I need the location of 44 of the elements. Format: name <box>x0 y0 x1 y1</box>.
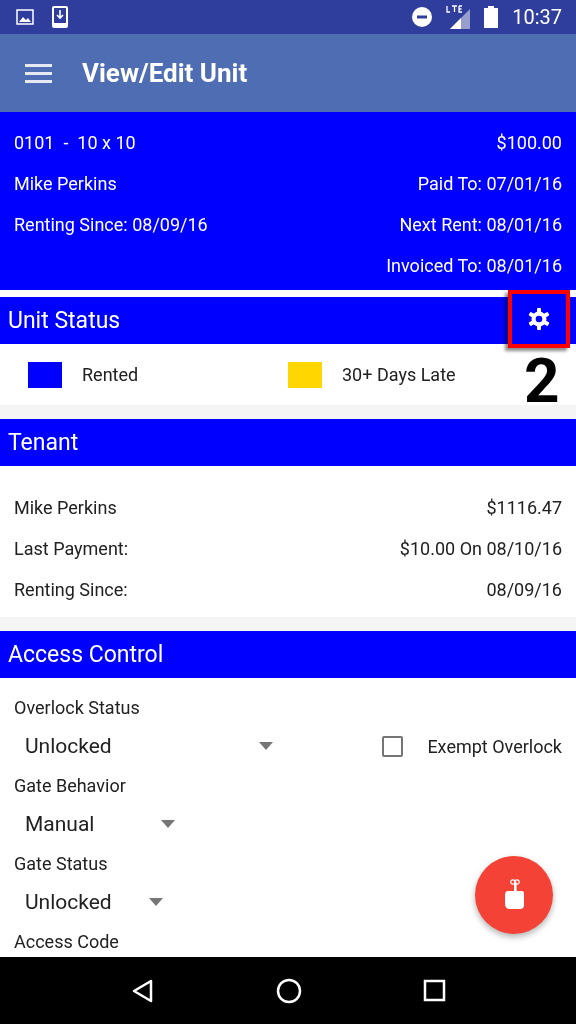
settings-icon <box>527 307 551 331</box>
home-icon[interactable] <box>275 977 302 1004</box>
do-not-disturb-icon <box>412 7 433 27</box>
dropdown[interactable]: Unlocked <box>14 726 279 766</box>
summary-text: Invoiced To: 08/01/16 <box>386 255 562 276</box>
caret-icon <box>259 742 273 750</box>
summary-text: Paid To: 07/01/16 <box>417 173 562 194</box>
dropdown[interactable]: Unlocked <box>14 882 169 922</box>
summary-text: 0101 - 10 x 10 <box>14 132 136 153</box>
status-time: 10:37 <box>512 5 562 29</box>
summary-text: $100.00 <box>496 132 562 153</box>
checkbox[interactable] <box>382 735 404 757</box>
caret-icon <box>149 898 163 906</box>
field-value: 08/09/16 <box>486 579 562 600</box>
dropdown[interactable]: Manual <box>14 804 181 844</box>
field-label: Renting Since: <box>14 579 128 600</box>
callout-number: 2 <box>524 350 560 412</box>
summary-text: Mike Perkins <box>14 173 117 194</box>
field-label: Gate Status <box>14 851 109 876</box>
section-header: Access Control <box>0 631 576 678</box>
recents-icon[interactable] <box>422 979 446 1002</box>
field-label: Last Payment: <box>14 538 129 559</box>
download-icon <box>52 6 68 28</box>
section-header: Tenant <box>0 419 576 466</box>
legend-label: Rented <box>82 364 139 385</box>
field-label: Mike Perkins <box>14 497 117 518</box>
summary-text: Next Rent: 08/01/16 <box>399 214 562 235</box>
field-value: $10.00 On 08/10/16 <box>399 538 562 559</box>
action-button[interactable] <box>475 856 553 934</box>
field-label: Overlock Status <box>14 695 141 720</box>
image-icon <box>16 9 34 25</box>
menu-icon[interactable] <box>25 62 52 84</box>
caret-icon <box>161 820 175 828</box>
field-label: Access Code <box>14 929 120 954</box>
settings-button[interactable] <box>508 290 570 348</box>
screen-title: View/Edit Unit <box>82 58 248 88</box>
summary-text: Renting Since: 08/09/16 <box>14 214 208 235</box>
checkbox-label: Exempt Overlock <box>427 735 562 757</box>
battery-icon <box>484 6 499 28</box>
field-label: Gate Behavior <box>14 773 127 798</box>
legend-label: 30+ Days Late <box>342 364 456 385</box>
signal-icon <box>446 5 471 29</box>
field-value: $1116.47 <box>486 497 562 518</box>
back-icon[interactable] <box>130 978 155 1003</box>
